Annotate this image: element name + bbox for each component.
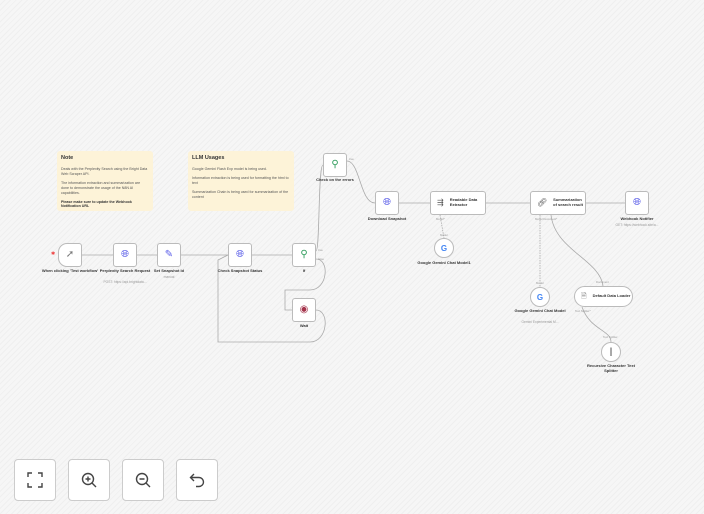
edge (550, 214, 604, 287)
node-default-data-loader[interactable]: 🗎 Default Data Loader (574, 286, 633, 307)
node-label: Webhook Notifier (620, 216, 654, 221)
node-subtitle: manual (163, 275, 175, 279)
sticky-note[interactable]: LLM Usages Google Gemini Flash Exp model… (188, 151, 294, 211)
undo-button[interactable] (176, 459, 218, 501)
node-label: Readable Data Extractor (449, 197, 478, 207)
note-text: Information extraction is being used for… (192, 176, 289, 186)
node-subtitle: Gemini Experimental M... (521, 320, 559, 324)
port-label: Model* (436, 217, 445, 221)
port-label: true (349, 157, 354, 161)
node-if[interactable]: ⚲ (292, 243, 316, 267)
extract-icon: ⇶ (437, 198, 444, 207)
google-icon: G (440, 243, 448, 253)
port-label: false (318, 257, 324, 261)
zoom-out-icon (135, 472, 151, 488)
node-label: When clicking 'Test workflow' (41, 268, 99, 273)
fit-view-button[interactable] (14, 459, 56, 501)
pause-icon: ◉ (299, 304, 309, 315)
port-label: Model (536, 281, 544, 285)
signpost-icon: ⚲ (331, 159, 339, 170)
node-set-snapshot-id[interactable]: ✎ (157, 243, 181, 267)
node-check-on-the-errors[interactable]: ⚲ (323, 153, 347, 177)
port-label: Model Document* (535, 217, 558, 221)
port-label: Text Splitter* (575, 309, 591, 313)
zoom-out-button[interactable] (122, 459, 164, 501)
node-label: Google Gemini Chat Model (514, 308, 566, 313)
zoom-in-button[interactable] (68, 459, 110, 501)
port-label: Document (596, 280, 609, 284)
undo-icon (189, 473, 205, 488)
globe-icon: 🌐︎ (121, 249, 129, 260)
node-label: Default Data Loader (592, 293, 631, 299)
node-label: Check on the errors (316, 177, 354, 182)
zoom-in-icon (81, 472, 97, 488)
note-text: Google Gemini Flash Exp model is being u… (192, 167, 267, 172)
link-icon: 🔗︎ (537, 198, 548, 207)
node-google-gemini-chat-model1[interactable]: G (434, 238, 454, 258)
fit-view-icon (27, 472, 43, 488)
port-label: Text Splitter (603, 335, 618, 339)
node-label: Download Snapshot (367, 216, 407, 221)
cursor-icon: ➚ (65, 249, 75, 260)
node-label: Wait (299, 323, 309, 328)
sticky-note[interactable]: Note Deals with the Perplexity Search us… (57, 151, 153, 211)
node-download-snapshot[interactable]: 🌐︎ (375, 191, 399, 215)
connections (82, 160, 625, 343)
node-label: Google Gemini Chat Model1 (417, 260, 471, 265)
node-recursive-character-text-splitter[interactable]: ║ (601, 342, 621, 362)
node-summarization-chain[interactable]: 🔗︎ Summarization of search result (530, 191, 586, 215)
note-text: Summarization Chain is being used for su… (192, 189, 289, 199)
node-webhook-notifier[interactable]: 🌐︎ (625, 191, 649, 215)
node-label: Check Snapshot Status (217, 268, 263, 273)
node-label: Recursive Character Text Splitter (587, 363, 635, 373)
signpost-icon: ⚲ (300, 249, 308, 260)
node-label: If (302, 268, 306, 273)
trigger-marker-icon: ✱ (51, 251, 56, 257)
node-readable-data-extractor[interactable]: ⇶ Readable Data Extractor (430, 191, 486, 215)
note-text: Deals with the Perplexity Search using t… (61, 167, 148, 177)
node-label: Set Snapshot Id (153, 268, 185, 273)
node-manual-trigger[interactable]: ➚ (58, 243, 82, 267)
pencil-icon: ✎ (164, 249, 174, 260)
port-label: Model (440, 233, 448, 237)
port-label: true (318, 248, 323, 252)
node-subtitle: POST: https://api.brightdata... (103, 280, 147, 284)
note-title: LLM Usages (192, 155, 225, 161)
note-text: Please make sure to update the Webhook N… (61, 199, 132, 209)
globe-icon: 🌐︎ (633, 197, 641, 208)
note-text: The information extraction and summariza… (61, 181, 141, 195)
node-check-snapshot-status[interactable]: 🌐︎ (228, 243, 252, 267)
node-label: Summarization of search result (553, 197, 583, 207)
document-icon: 🗎 (581, 293, 587, 300)
node-google-gemini-chat-model[interactable]: G (530, 287, 550, 307)
globe-icon: 🌐︎ (383, 197, 391, 208)
node-wait[interactable]: ◉ (292, 298, 316, 322)
splitter-icon: ║ (608, 348, 614, 356)
globe-icon: 🌐︎ (236, 249, 244, 260)
node-subtitle: GET: https://webhook.site/a... (615, 223, 659, 227)
google-icon: G (536, 292, 544, 302)
node-perplexity-search-request[interactable]: 🌐︎ (113, 243, 137, 267)
note-title: Note (61, 155, 74, 161)
